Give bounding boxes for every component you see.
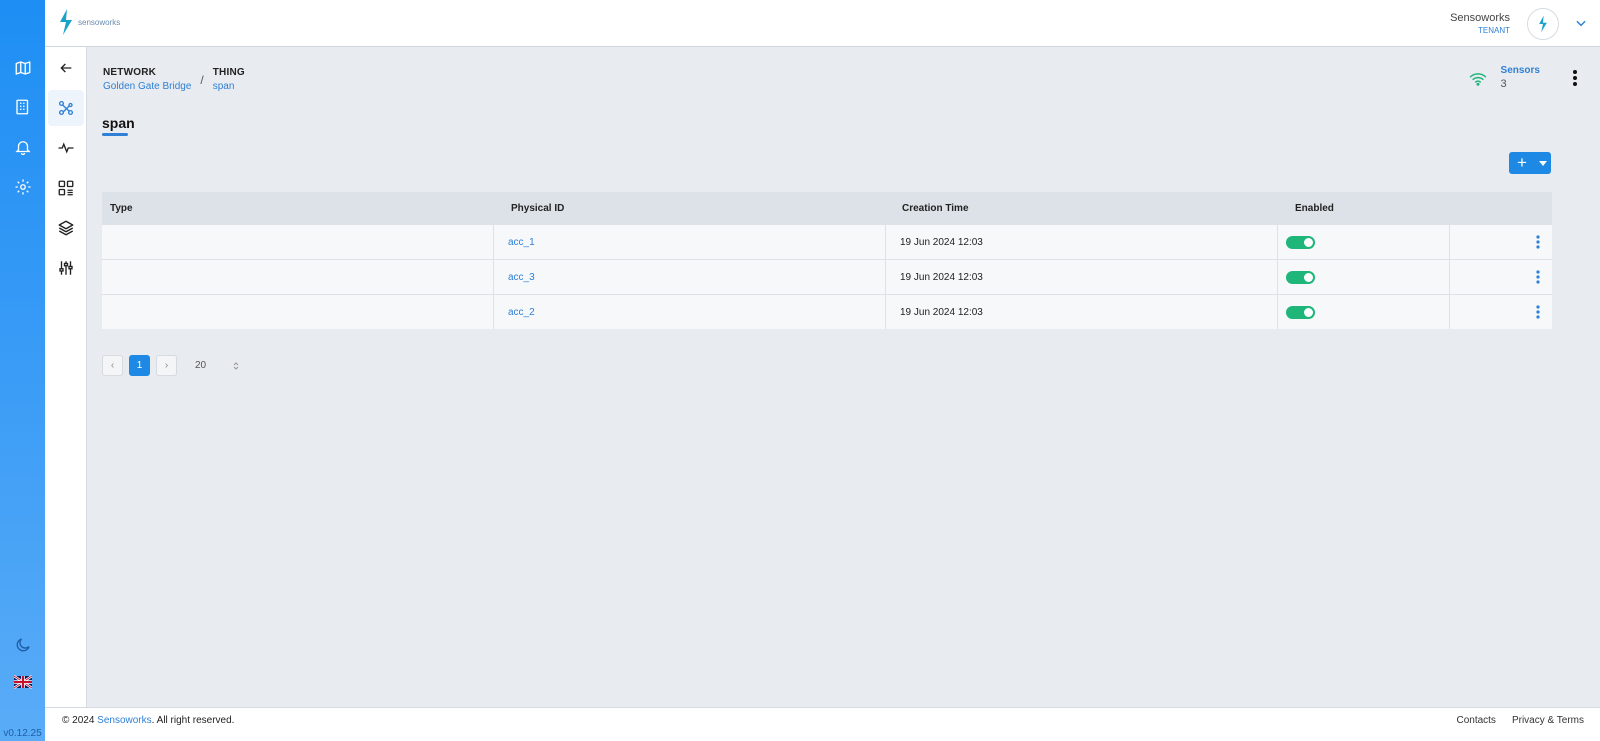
row-more-icon[interactable] <box>1536 270 1540 284</box>
network-nodes-icon[interactable] <box>48 90 84 126</box>
table-row[interactable]: acc_2 19 Jun 2024 12:03 <box>102 294 1552 329</box>
uk-flag-icon[interactable] <box>12 671 34 693</box>
page-title: span <box>102 115 135 131</box>
breadcrumb-network-label: NETWORK <box>103 67 157 78</box>
building-icon[interactable] <box>12 96 34 118</box>
title-underline <box>102 133 128 136</box>
sensors-label: Sensors <box>1500 65 1540 76</box>
wifi-icon <box>1469 73 1486 86</box>
avatar[interactable] <box>1527 8 1559 40</box>
breadcrumb-thing-link[interactable]: span <box>213 81 245 92</box>
table-row[interactable]: acc_1 19 Jun 2024 12:03 <box>102 224 1552 259</box>
secondary-nav <box>45 47 87 707</box>
left-rail: v0.12.25 <box>0 0 45 741</box>
contacts-link[interactable]: Contacts <box>1456 715 1495 726</box>
enabled-toggle[interactable] <box>1286 270 1315 284</box>
select-arrows-icon <box>233 361 239 370</box>
logo-text: sensoworks <box>78 17 121 27</box>
breadcrumb: NETWORK Golden Gate Bridge / THING span <box>103 67 245 92</box>
breadcrumb-network: NETWORK Golden Gate Bridge <box>103 67 191 92</box>
logo-mark-icon <box>60 9 72 35</box>
plus-icon: + <box>1517 153 1527 172</box>
row-more-icon[interactable] <box>1536 305 1540 319</box>
privacy-terms-link[interactable]: Privacy & Terms <box>1512 715 1584 726</box>
row-more-icon[interactable] <box>1536 235 1540 249</box>
user-info[interactable]: Sensoworks TENANT <box>1450 12 1510 35</box>
app-version: v0.12.25 <box>3 728 42 739</box>
layers-icon[interactable] <box>48 210 84 246</box>
column-header-enabled[interactable]: Enabled <box>1278 203 1450 214</box>
page-size-select[interactable]: 20 <box>187 355 247 376</box>
app-logo[interactable]: sensoworks <box>57 8 120 36</box>
table-row[interactable]: acc_3 19 Jun 2024 12:03 <box>102 259 1552 294</box>
page-button-current[interactable]: 1 <box>129 355 150 376</box>
map-icon[interactable] <box>12 57 34 79</box>
enabled-toggle[interactable] <box>1286 235 1315 249</box>
page-size-value: 20 <box>195 360 207 371</box>
breadcrumb-network-link[interactable]: Golden Gate Bridge <box>103 81 191 92</box>
cell-creation-time: 19 Jun 2024 12:03 <box>886 225 1278 259</box>
cell-type <box>102 295 494 329</box>
cell-type <box>102 225 494 259</box>
activity-icon[interactable] <box>48 130 84 166</box>
next-page-button[interactable]: › <box>156 355 177 376</box>
sliders-icon[interactable] <box>48 250 84 286</box>
widgets-icon[interactable] <box>48 170 84 206</box>
copyright: © 2024 Sensoworks. All right reserved. <box>62 715 234 726</box>
footer-links: Contacts Privacy & Terms <box>1456 715 1584 726</box>
sensors-table: Type Physical ID Creation Time Enabled a… <box>102 192 1552 329</box>
table-header: Type Physical ID Creation Time Enabled <box>102 192 1552 224</box>
column-header-creation-time[interactable]: Creation Time <box>886 203 1278 214</box>
prev-page-button[interactable]: ‹ <box>102 355 123 376</box>
user-name: Sensoworks <box>1450 12 1510 24</box>
cell-physical-id-link[interactable]: acc_1 <box>508 237 535 248</box>
breadcrumb-thing: THING span <box>213 67 245 92</box>
caret-down-icon[interactable] <box>1535 160 1551 166</box>
gear-icon[interactable] <box>12 176 34 198</box>
footer: © 2024 Sensoworks. All right reserved. C… <box>45 707 1600 741</box>
cell-creation-time: 19 Jun 2024 12:03 <box>886 295 1278 329</box>
add-button[interactable]: + <box>1509 152 1551 174</box>
cell-type <box>102 260 494 294</box>
cell-creation-time: 19 Jun 2024 12:03 <box>886 260 1278 294</box>
pagination: ‹ 1 › 20 <box>102 355 247 376</box>
column-header-physical-id[interactable]: Physical ID <box>494 203 886 214</box>
top-header: sensoworks Sensoworks TENANT <box>45 0 1600 47</box>
column-header-type[interactable]: Type <box>102 203 494 214</box>
avatar-logo-icon <box>1539 15 1547 33</box>
more-options-icon[interactable] <box>1572 69 1578 90</box>
cell-physical-id-link[interactable]: acc_3 <box>508 272 535 283</box>
back-arrow-icon[interactable] <box>48 50 84 86</box>
sensors-summary[interactable]: Sensors 3 <box>1469 65 1540 90</box>
breadcrumb-thing-label: THING <box>212 67 245 78</box>
user-role: TENANT <box>1478 26 1510 35</box>
breadcrumb-separator: / <box>200 73 204 87</box>
enabled-toggle[interactable] <box>1286 305 1315 319</box>
copyright-prefix: © 2024 <box>62 715 98 726</box>
copyright-brand-link[interactable]: Sensoworks <box>97 715 151 726</box>
sensors-count: 3 <box>1500 78 1507 90</box>
moon-icon[interactable] <box>12 634 34 656</box>
cell-physical-id-link[interactable]: acc_2 <box>508 307 535 318</box>
chevron-down-icon[interactable] <box>1574 16 1588 33</box>
bell-icon[interactable] <box>12 136 34 158</box>
main-content: NETWORK Golden Gate Bridge / THING span … <box>87 47 1600 707</box>
copyright-suffix: . All right reserved. <box>151 715 235 726</box>
